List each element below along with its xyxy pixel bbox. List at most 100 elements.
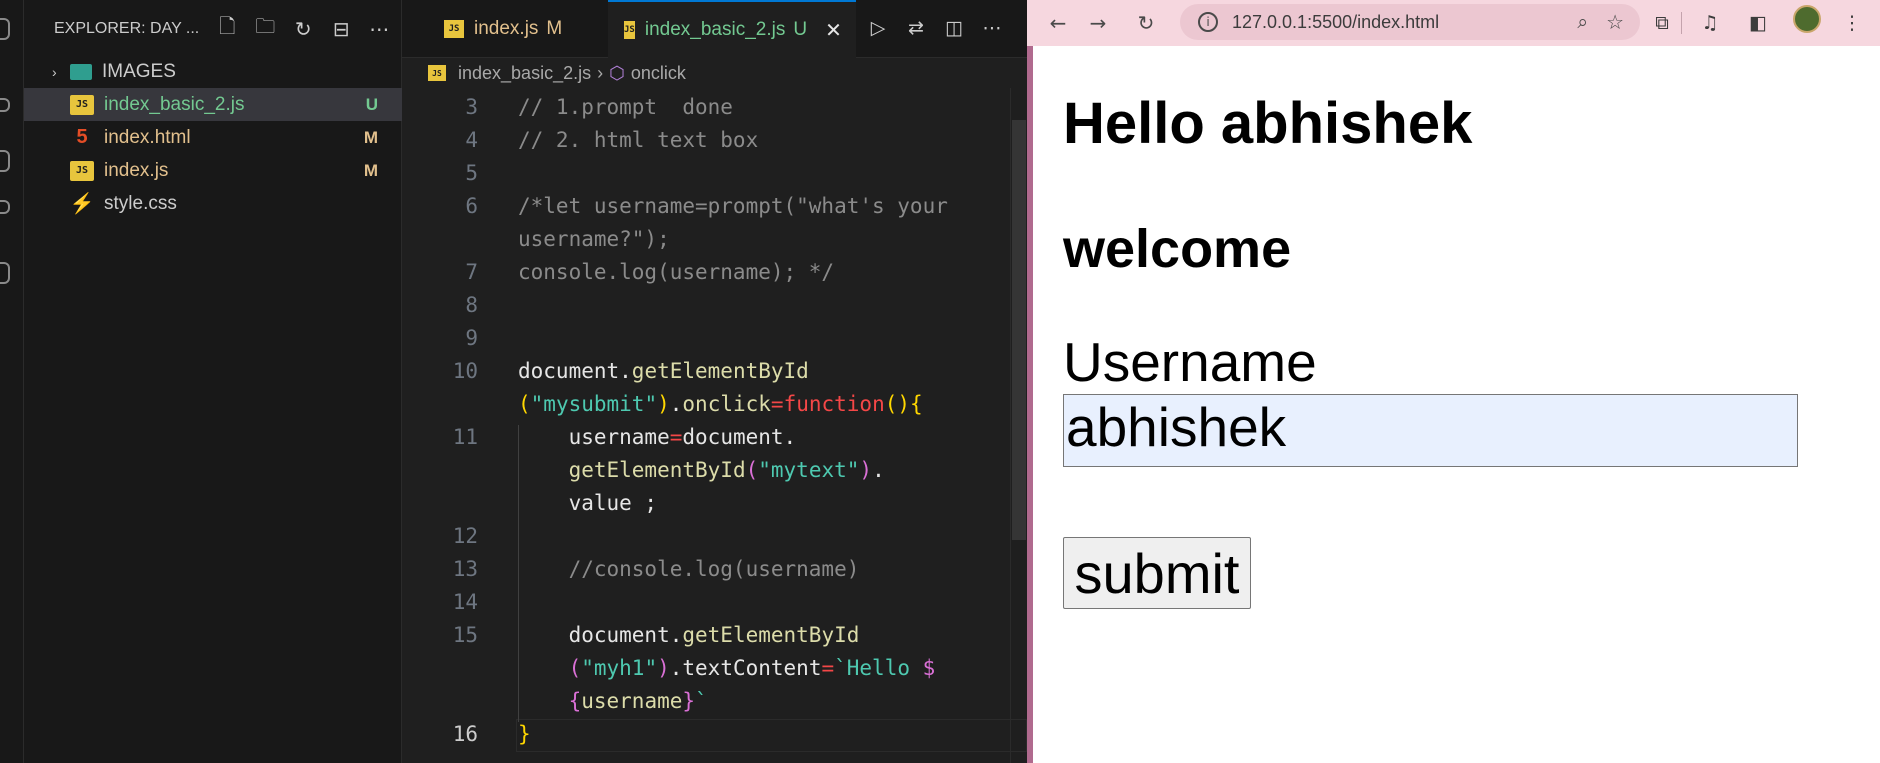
refresh-icon[interactable]: ↻ bbox=[289, 15, 317, 43]
breadcrumb-symbol[interactable]: onclick bbox=[631, 63, 686, 84]
explorer-activity-icon[interactable] bbox=[0, 18, 10, 40]
browser-window: ← → ↻ i 127.0.0.1:5500/index.html ⌕ ☆ ⧉ … bbox=[1027, 0, 1880, 763]
collapse-icon[interactable]: ⊟ bbox=[327, 15, 355, 43]
line-number: 12 bbox=[452, 524, 478, 548]
js-file-icon: JS bbox=[444, 20, 464, 38]
tab-index-basic-2-js[interactable]: JS index_basic_2.js U ✕ bbox=[608, 0, 856, 58]
css-file-icon: ⚡ bbox=[69, 193, 95, 215]
media-control-icon[interactable]: ♫ bbox=[1695, 8, 1725, 38]
git-status-badge: U bbox=[793, 19, 808, 40]
extensions-activity-icon[interactable] bbox=[0, 262, 10, 284]
editor-actions: ▷ ⇄ ◫ ⋯ bbox=[864, 14, 1006, 42]
tree-item-label: index.js bbox=[104, 159, 169, 181]
back-icon[interactable]: ← bbox=[1043, 8, 1073, 38]
debug-activity-icon[interactable] bbox=[0, 200, 10, 214]
code-line: // 1.prompt done bbox=[518, 95, 733, 119]
tree-item-style-css[interactable]: ⚡ style.css bbox=[24, 187, 402, 220]
url-text[interactable]: 127.0.0.1:5500/index.html bbox=[1232, 12, 1439, 33]
tree-item-index-basic-2-js[interactable]: JS index_basic_2.js U bbox=[24, 88, 402, 121]
git-status-badge: M bbox=[363, 160, 378, 180]
more-icon[interactable]: ⋯ bbox=[365, 15, 393, 43]
editor-scrollbar-thumb[interactable] bbox=[1012, 120, 1026, 540]
reload-icon[interactable]: ↻ bbox=[1131, 8, 1161, 38]
address-bar[interactable]: i 127.0.0.1:5500/index.html ⌕ ☆ bbox=[1180, 4, 1640, 40]
folder-icon bbox=[70, 63, 92, 80]
code-line: console.log(username); */ bbox=[518, 260, 835, 284]
tree-item-label: style.css bbox=[104, 192, 177, 214]
username-input[interactable]: abhishek bbox=[1063, 394, 1798, 467]
chevron-right-icon: › bbox=[52, 63, 57, 80]
page-heading-hello: Hello abhishek bbox=[1063, 91, 1473, 156]
page-heading-welcome: welcome bbox=[1063, 219, 1292, 279]
forward-icon[interactable]: → bbox=[1083, 8, 1113, 38]
code-line: {username}` bbox=[568, 689, 708, 713]
line-number: 9 bbox=[465, 326, 478, 350]
tab-label: index.js bbox=[474, 18, 539, 39]
line-number: 6 bbox=[465, 194, 478, 218]
tree-item-label: index_basic_2.js bbox=[104, 93, 245, 115]
toolbar-separator bbox=[1681, 12, 1682, 34]
side-panel-icon[interactable]: ◧ bbox=[1743, 8, 1773, 38]
tree-item-index-js[interactable]: JS index.js M bbox=[24, 154, 402, 187]
username-label: Username bbox=[1063, 331, 1317, 393]
line-number: 13 bbox=[452, 557, 478, 581]
new-file-icon[interactable]: 🗋 bbox=[213, 15, 241, 43]
code-line: } bbox=[518, 722, 531, 746]
code-line: document.getElementById bbox=[518, 359, 809, 383]
line-number: 4 bbox=[465, 128, 478, 152]
tab-label: index_basic_2.js bbox=[644, 19, 786, 40]
submit-button[interactable]: submit bbox=[1063, 537, 1251, 609]
run-icon[interactable]: ▷ bbox=[864, 14, 892, 42]
git-status-badge: U bbox=[365, 94, 378, 114]
js-file-icon: JS bbox=[624, 21, 635, 39]
compare-changes-icon[interactable]: ⇄ bbox=[902, 14, 930, 42]
code-editor: JS index.js M JS index_basic_2.js U ✕ ▷ … bbox=[402, 0, 1027, 763]
code-line: ("myh1").textContent=`Hello $ bbox=[568, 656, 936, 680]
zoom-icon[interactable]: ⌕ bbox=[1577, 11, 1588, 33]
symbol-method-icon: ⬡ bbox=[609, 62, 625, 83]
line-number: 8 bbox=[465, 293, 478, 317]
more-vert-icon[interactable]: ⋮ bbox=[1837, 8, 1867, 38]
search-activity-icon[interactable] bbox=[0, 98, 10, 112]
more-icon[interactable]: ⋯ bbox=[978, 14, 1006, 42]
close-icon[interactable]: ✕ bbox=[825, 18, 842, 43]
line-number: 7 bbox=[465, 260, 478, 284]
js-file-icon: JS bbox=[70, 94, 94, 115]
code-line: value ; bbox=[568, 491, 658, 515]
code-line: //console.log(username) bbox=[518, 557, 860, 581]
code-line: document.getElementById bbox=[568, 623, 860, 647]
explorer-title: EXPLORER: DAY ... bbox=[54, 20, 200, 37]
new-folder-icon[interactable]: 🗀 bbox=[251, 15, 279, 43]
line-number-active: 16 bbox=[452, 722, 478, 746]
chevron-right-icon: › bbox=[597, 62, 604, 83]
explorer-header: EXPLORER: DAY ... 🗋 🗀 ↻ ⊟ ⋯ bbox=[24, 0, 402, 58]
tree-item-label: index.html bbox=[104, 126, 191, 148]
web-page: Hello abhishek welcome Username abhishek… bbox=[1033, 46, 1880, 763]
split-editor-icon[interactable]: ◫ bbox=[940, 14, 968, 42]
line-number: 3 bbox=[465, 95, 478, 119]
tree-item-images-folder[interactable]: › IMAGES bbox=[24, 55, 402, 88]
tab-index-js[interactable]: JS index.js M bbox=[428, 0, 608, 58]
browser-toolbar: ← → ↻ i 127.0.0.1:5500/index.html ⌕ ☆ ⧉ … bbox=[1027, 0, 1880, 46]
avatar[interactable] bbox=[1793, 5, 1821, 33]
tree-item-index-html[interactable]: 5 index.html M bbox=[24, 121, 402, 154]
editor-tabs: JS index.js M JS index_basic_2.js U ✕ ▷ … bbox=[402, 0, 1027, 58]
js-file-icon: JS bbox=[428, 65, 446, 81]
activity-bar bbox=[0, 0, 24, 763]
code-line: username?"); bbox=[518, 227, 670, 251]
breadcrumb-file[interactable]: index_basic_2.js bbox=[458, 63, 591, 84]
line-number: 10 bbox=[452, 359, 478, 383]
html-file-icon: 5 bbox=[76, 126, 88, 148]
code-line: getElementById("mytext"). bbox=[568, 458, 885, 482]
git-status-badge: M bbox=[363, 127, 378, 147]
explorer-sidebar: EXPLORER: DAY ... 🗋 🗀 ↻ ⊟ ⋯ › IMAGES JS … bbox=[24, 0, 402, 763]
git-status-badge: M bbox=[546, 18, 563, 39]
line-number: 5 bbox=[465, 161, 478, 185]
line-number: 14 bbox=[452, 590, 478, 614]
site-info-icon[interactable]: i bbox=[1198, 12, 1218, 32]
source-control-activity-icon[interactable] bbox=[0, 150, 10, 172]
code-line: // 2. html text box bbox=[518, 128, 759, 152]
extensions-icon[interactable]: ⧉ bbox=[1647, 8, 1677, 38]
bookmark-star-icon[interactable]: ☆ bbox=[1606, 10, 1624, 34]
tree-item-label: IMAGES bbox=[102, 60, 176, 82]
